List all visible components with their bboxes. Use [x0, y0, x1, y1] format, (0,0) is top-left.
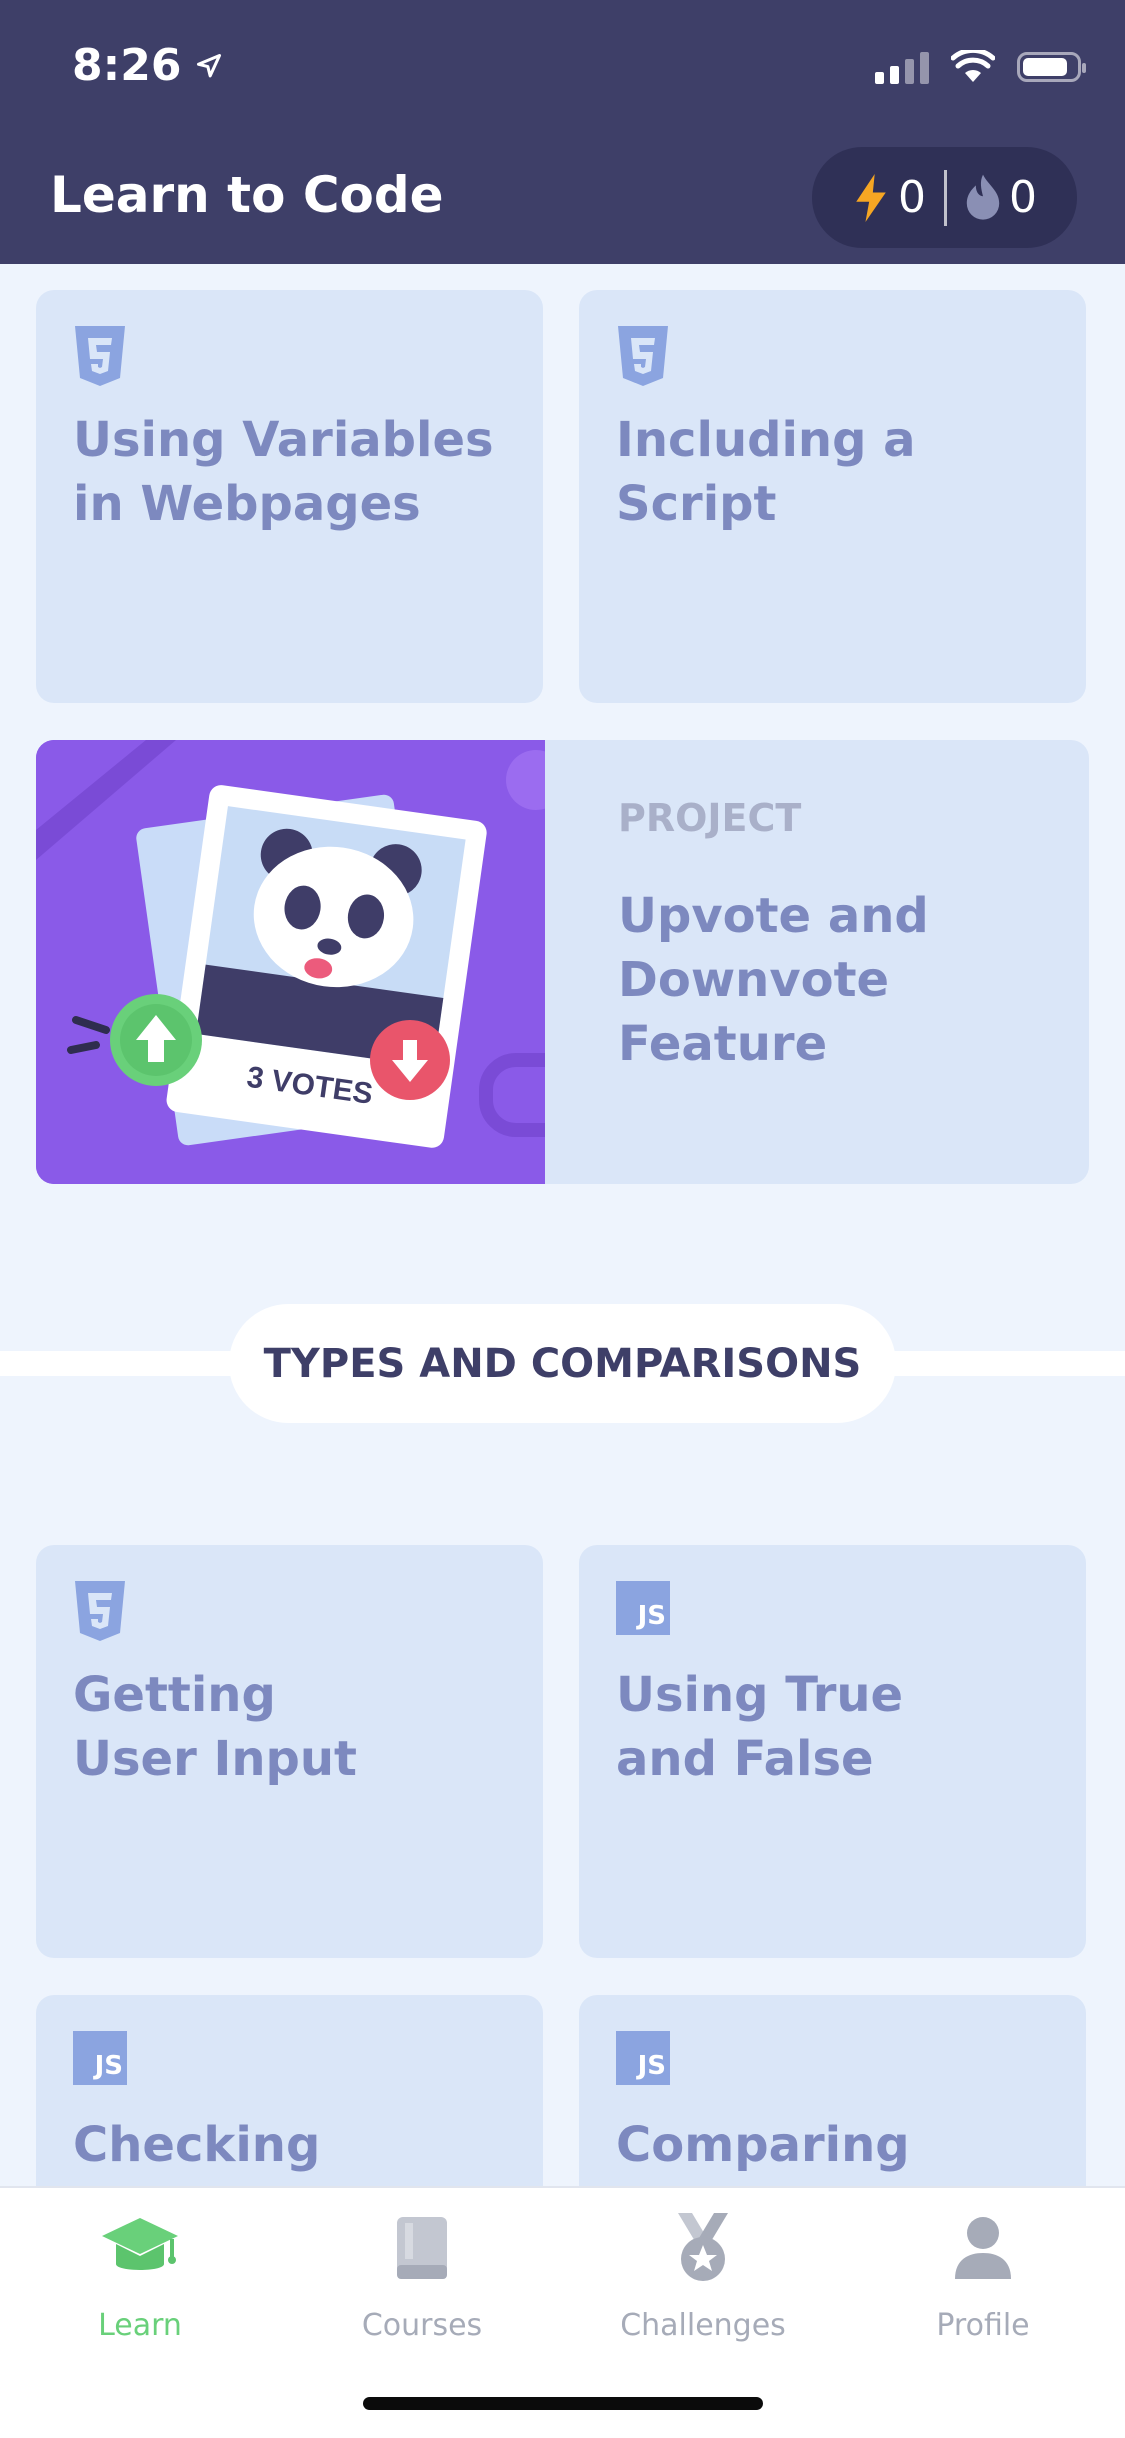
clock: 8:26 [72, 40, 182, 91]
person-icon [883, 2208, 1083, 2288]
home-indicator[interactable] [363, 2397, 763, 2410]
tab-courses[interactable]: Courses [322, 2208, 522, 2343]
streak-count: 0 [1009, 172, 1037, 223]
lesson-card[interactable]: Using Variables in Webpages [36, 290, 543, 703]
project-card[interactable]: 3 VOTES PROJECT Upvote and Downvote Feat… [36, 740, 1089, 1184]
streak-stat: 0 [965, 172, 1037, 223]
html5-icon [73, 326, 127, 390]
medal-icon [603, 2208, 803, 2288]
javascript-icon: JS [616, 2031, 670, 2085]
energy-count: 0 [898, 172, 926, 223]
tab-label: Profile [936, 2308, 1030, 2343]
lesson-title: Using Variables in Webpages [73, 412, 494, 532]
tab-challenges[interactable]: Challenges [603, 2208, 803, 2343]
lightning-icon [856, 173, 886, 222]
status-icons [875, 50, 1086, 84]
lesson-card[interactable]: JS Using True and False [579, 1545, 1086, 1958]
lesson-title: Getting User Input [73, 1667, 357, 1787]
status-time: 8:26 [72, 40, 223, 91]
lesson-title: Comparing [616, 2117, 910, 2173]
section-title: TYPES AND COMPARISONS [229, 1304, 896, 1423]
graduation-cap-icon [40, 2208, 240, 2288]
energy-stat: 0 [852, 172, 926, 223]
lesson-title: Including a Script [616, 412, 916, 532]
html5-icon [73, 1581, 127, 1645]
book-icon [322, 2208, 522, 2288]
pill-divider [944, 169, 947, 226]
battery-icon [1017, 52, 1086, 82]
project-title: Upvote and Downvote Feature [618, 888, 929, 1072]
tab-label: Learn [98, 2308, 182, 2343]
location-arrow-icon [197, 53, 222, 77]
javascript-icon: JS [73, 2031, 127, 2085]
tab-profile[interactable]: Profile [883, 2208, 1083, 2343]
page-title: Learn to Code [50, 166, 444, 224]
project-tag: PROJECT [618, 796, 802, 840]
project-illustration: 3 VOTES [36, 740, 583, 1184]
tab-label: Challenges [620, 2308, 786, 2343]
lesson-card[interactable]: Including a Script [579, 290, 1086, 703]
lesson-card[interactable]: Getting User Input [36, 1545, 543, 1958]
tab-label: Courses [361, 2308, 483, 2343]
flame-icon [966, 174, 1000, 220]
javascript-icon: JS [616, 1581, 670, 1635]
stats-pill[interactable]: 0 0 [812, 147, 1077, 248]
lesson-title: Checking [73, 2117, 321, 2173]
app-header: 8:26 Learn to Code 0 0 [0, 0, 1125, 264]
html5-icon [616, 326, 670, 390]
tab-learn[interactable]: Learn [40, 2208, 240, 2343]
cellular-signal-icon [875, 50, 929, 84]
wifi-icon [951, 50, 995, 82]
lesson-title: Using True and False [616, 1667, 904, 1787]
